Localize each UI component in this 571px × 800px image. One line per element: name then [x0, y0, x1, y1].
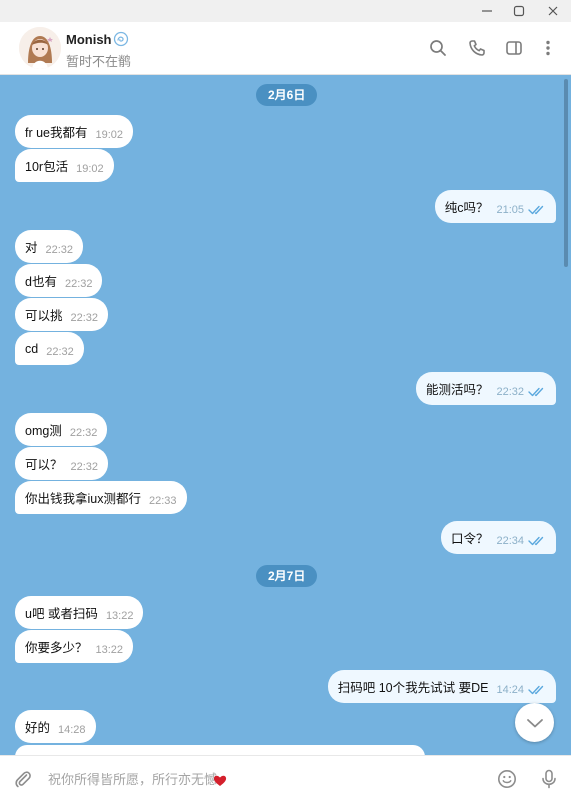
- message-incoming[interactable]: 可以挑 22:32: [15, 298, 109, 331]
- message-composer: [0, 755, 571, 800]
- contact-status: 暂时不在鹡: [66, 54, 132, 69]
- message-time: 22:32: [70, 460, 99, 473]
- message-text: omg测: [25, 424, 62, 438]
- message-text: 10r包活: [25, 160, 69, 174]
- message-text: 纯c吗？: [444, 201, 489, 215]
- search-icon: [430, 40, 446, 56]
- message-time: 22:33: [148, 494, 177, 507]
- date-separator: 2月6日: [256, 84, 318, 106]
- read-receipt-icon: [528, 685, 546, 695]
- message-time: 22:32: [70, 311, 99, 324]
- maximize-button[interactable]: [502, 0, 536, 22]
- message-text: cd: [25, 341, 39, 356]
- chat-scrollbar[interactable]: [564, 79, 568, 267]
- close-window-button[interactable]: [536, 0, 570, 22]
- message-outgoing[interactable]: 扫码吧 10个我先试试 要DE 14:24: [327, 670, 556, 703]
- message-incoming[interactable]: fr ue我都有 19:02: [15, 115, 134, 148]
- heart-icon: [213, 775, 227, 786]
- message-text: fr ue我都有: [25, 126, 88, 140]
- read-receipt-icon: [528, 536, 546, 546]
- message-time: 22:32: [46, 345, 74, 358]
- anime-girl-avatar-icon: [19, 27, 61, 69]
- search-button[interactable]: [426, 36, 450, 60]
- message-time: 14:24: [496, 683, 524, 696]
- message-input[interactable]: [48, 765, 478, 793]
- microphone-icon: [542, 769, 556, 789]
- emoji-button[interactable]: [495, 767, 519, 791]
- contact-avatar[interactable]: [19, 27, 61, 69]
- message-time: 13:22: [105, 609, 134, 622]
- message-time: 22:34: [496, 534, 524, 547]
- more-options-button[interactable]: [536, 36, 560, 60]
- message-incoming[interactable]: omg测 22:32: [15, 413, 108, 446]
- cloud-emoji-icon: [113, 31, 129, 47]
- message-outgoing[interactable]: 能测活吗？ 22:32: [415, 372, 556, 405]
- date-separator: 2月7日: [256, 565, 318, 587]
- message-text: 口令？: [450, 532, 489, 546]
- message-incoming[interactable]: 可以？ 22:32: [15, 447, 109, 480]
- message-text: 扫码吧 10个我先试试 要DE: [337, 681, 489, 695]
- more-vertical-icon: [546, 40, 550, 56]
- message-incoming[interactable]: 你要多少？ 13:22: [15, 630, 134, 663]
- message-incoming-partial[interactable]: [15, 745, 425, 755]
- attach-button[interactable]: [11, 767, 35, 791]
- maximize-icon: [513, 5, 525, 17]
- message-text: 对: [25, 241, 38, 255]
- minimize-button[interactable]: [470, 0, 504, 22]
- message-time: 22:32: [69, 426, 98, 439]
- message-text: 你要多少？: [25, 641, 88, 655]
- emoji-icon: [498, 770, 516, 788]
- voice-message-button[interactable]: [537, 767, 561, 791]
- message-incoming[interactable]: cd 22:32: [15, 332, 84, 365]
- message-time: 19:02: [95, 128, 124, 141]
- message-text: u吧 或者扫码: [25, 607, 98, 621]
- message-text: 你出钱我拿iux测都行: [25, 492, 141, 506]
- message-text: 可以？: [25, 458, 63, 472]
- message-time: 14:28: [58, 723, 86, 736]
- message-time: 21:05: [496, 203, 524, 216]
- message-time: 22:32: [64, 277, 93, 290]
- contact-name[interactable]: Monish: [66, 32, 112, 47]
- message-time: 22:32: [496, 385, 524, 398]
- message-outgoing[interactable]: 纯c吗？ 21:05: [434, 190, 556, 223]
- call-button[interactable]: [465, 36, 489, 60]
- scroll-to-bottom-button[interactable]: [515, 703, 554, 742]
- paperclip-icon: [15, 771, 31, 788]
- minimize-icon: [482, 10, 492, 12]
- message-text: 可以挑: [25, 309, 63, 323]
- message-incoming[interactable]: 好的 14:28: [15, 710, 96, 743]
- message-incoming[interactable]: 对 22:32: [15, 230, 84, 263]
- message-incoming[interactable]: u吧 或者扫码 13:22: [15, 596, 144, 629]
- sidebar-toggle-icon: [506, 41, 522, 55]
- message-time: 22:32: [45, 243, 74, 256]
- message-incoming[interactable]: 10r包活 19:02: [15, 149, 114, 182]
- read-receipt-icon: [528, 387, 546, 397]
- message-text: 好的: [25, 721, 51, 735]
- chat-header: Monish 暂时不在鹡: [0, 22, 571, 75]
- read-receipt-icon: [528, 205, 546, 215]
- message-text: d也有: [25, 275, 57, 289]
- phone-icon: [469, 40, 485, 56]
- message-text: 能测活吗？: [425, 383, 489, 397]
- window-titlebar: [0, 0, 571, 22]
- close-icon: [548, 6, 558, 16]
- toggle-sidebar-button[interactable]: [502, 36, 526, 60]
- message-incoming[interactable]: d也有 22:32: [15, 264, 103, 297]
- message-time: 13:22: [95, 643, 124, 656]
- message-time: 19:02: [76, 162, 104, 175]
- message-outgoing[interactable]: 口令？ 22:34: [440, 521, 556, 554]
- message-incoming[interactable]: 你出钱我拿iux测都行 22:33: [15, 481, 187, 514]
- chevron-down-icon: [526, 718, 543, 727]
- chat-history[interactable]: 2月6日 fr ue我都有 19:02 10r包活 19:02 纯c吗？ 21:…: [0, 75, 571, 755]
